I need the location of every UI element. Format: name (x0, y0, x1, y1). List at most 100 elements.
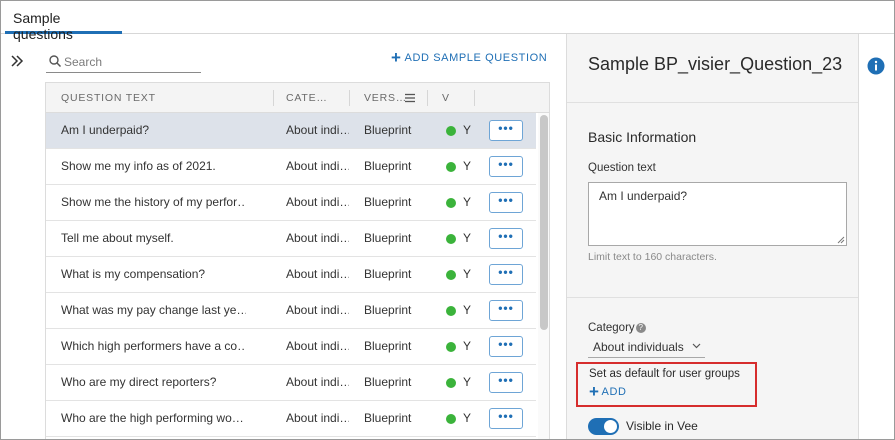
section-title: Basic Information (588, 129, 697, 145)
column-menu-icon[interactable] (404, 93, 416, 103)
add-sample-question-button[interactable]: + ADD SAMPLE QUESTION (391, 49, 547, 67)
category-select-value: About individuals (593, 340, 684, 354)
visible-cell: Y (463, 123, 472, 137)
category-select[interactable]: About individuals (588, 337, 705, 358)
scrollbar-thumb[interactable] (540, 115, 548, 330)
category-cell: About indi… (286, 123, 349, 137)
version-cell: Blueprint (364, 231, 412, 245)
table-row[interactable]: Which high performers have a co… About i… (46, 329, 536, 365)
category-cell: About indi… (286, 267, 349, 281)
visible-cell: Y (463, 195, 472, 209)
version-cell: Blueprint (364, 123, 412, 137)
category-cell: About indi… (286, 375, 349, 389)
category-cell: About indi… (286, 411, 349, 425)
row-actions-button[interactable]: ••• (489, 156, 523, 177)
category-cell: About indi… (286, 231, 349, 245)
version-cell: Blueprint (364, 375, 412, 389)
question-text-cell: Who are the high performing wo… (61, 411, 244, 425)
info-icon[interactable] (867, 57, 885, 75)
column-header-visible[interactable]: V (442, 83, 450, 113)
highlight-annotation (576, 362, 757, 407)
visible-cell: Y (463, 303, 472, 317)
question-text-value: Am I underpaid? (599, 189, 688, 203)
row-actions-button[interactable]: ••• (489, 192, 523, 213)
tab-bar: Sample questions (1, 1, 894, 42)
visible-cell: Y (463, 231, 472, 245)
category-cell: About indi… (286, 159, 349, 173)
status-dot-icon (446, 126, 456, 136)
table-row[interactable]: Who are my direct reporters? About indi…… (46, 365, 536, 401)
status-dot-icon (446, 198, 456, 208)
status-dot-icon (446, 306, 456, 316)
visible-cell: Y (463, 159, 472, 173)
status-dot-icon (446, 414, 456, 424)
table-row[interactable]: Show me my info as of 2021. About indi… … (46, 149, 536, 185)
visible-in-vee-toggle[interactable] (588, 418, 619, 435)
character-limit-hint: Limit text to 160 characters. (588, 251, 717, 263)
row-actions-button[interactable]: ••• (489, 336, 523, 357)
chevron-down-icon (692, 343, 701, 349)
column-divider[interactable] (427, 90, 428, 106)
panel-title: Sample BP_visier_Question_23 (588, 54, 843, 74)
category-label: Category? (588, 322, 646, 334)
version-cell: Blueprint (364, 339, 412, 353)
panel-divider (567, 102, 858, 103)
search-icon (49, 55, 62, 68)
questions-table: QUESTION TEXT CATE… VERS… V Am I underpa… (45, 82, 550, 439)
column-divider[interactable] (474, 90, 475, 106)
category-cell: About indi… (286, 303, 349, 317)
question-text-cell: Tell me about myself. (61, 231, 174, 245)
search-field[interactable] (46, 51, 201, 73)
add-sample-question-label: ADD SAMPLE QUESTION (404, 52, 548, 64)
version-cell: Blueprint (364, 303, 412, 317)
question-text-cell: Show me the history of my perfor… (61, 195, 246, 209)
table-row[interactable]: Show me the history of my perfor… About … (46, 185, 536, 221)
question-text-cell: Am I underpaid? (61, 123, 150, 137)
visible-cell: Y (463, 411, 472, 425)
app-window: Sample questions + ADD SAMPLE QUESTION Q… (0, 0, 895, 440)
version-cell: Blueprint (364, 411, 412, 425)
row-actions-button[interactable]: ••• (489, 228, 523, 249)
row-actions-button[interactable]: ••• (489, 264, 523, 285)
column-divider[interactable] (349, 90, 350, 106)
visible-in-vee-label: Visible in Vee (626, 419, 698, 433)
visible-cell: Y (463, 267, 472, 281)
column-header-version[interactable]: VERS… (364, 83, 407, 113)
question-text-cell: Who are my direct reporters? (61, 375, 217, 389)
visible-cell: Y (463, 375, 472, 389)
table-row[interactable]: Who are the high performing wo… About in… (46, 401, 536, 437)
expand-panel-icon[interactable] (9, 53, 25, 69)
row-actions-button[interactable]: ••• (489, 300, 523, 321)
tab-sample-questions[interactable]: Sample questions (5, 1, 122, 42)
plus-icon: + (391, 48, 402, 67)
status-dot-icon (446, 270, 456, 280)
table-row[interactable]: Am I underpaid? About indi… Blueprint Y … (46, 113, 536, 149)
row-actions-button[interactable]: ••• (489, 120, 523, 141)
question-text-cell: What is my compensation? (61, 267, 206, 281)
version-cell: Blueprint (364, 267, 412, 281)
search-input[interactable] (64, 53, 198, 71)
toggle-knob (604, 420, 617, 433)
status-dot-icon (446, 378, 456, 388)
status-dot-icon (446, 342, 456, 352)
status-dot-icon (446, 234, 456, 244)
help-icon[interactable]: ? (635, 323, 646, 333)
table-row[interactable]: What was my pay change last ye… About in… (46, 293, 536, 329)
table-header: QUESTION TEXT CATE… VERS… V (46, 83, 549, 113)
panel-divider (567, 297, 858, 298)
category-cell: About indi… (286, 195, 349, 209)
question-text-label: Question text (588, 162, 656, 174)
column-header-question-text[interactable]: QUESTION TEXT (61, 83, 156, 113)
table-row[interactable]: What is my compensation? About indi… Blu… (46, 257, 536, 293)
table-row[interactable]: Tell me about myself. About indi… Bluepr… (46, 221, 536, 257)
resize-grip-icon[interactable] (837, 236, 845, 244)
table-scrollbar[interactable] (538, 113, 549, 439)
row-actions-button[interactable]: ••• (489, 408, 523, 429)
status-dot-icon (446, 162, 456, 172)
version-cell: Blueprint (364, 195, 412, 209)
column-header-category[interactable]: CATE… (286, 83, 328, 113)
question-text-input[interactable]: Am I underpaid? (588, 182, 847, 246)
question-text-cell: What was my pay change last ye… (61, 303, 246, 317)
column-divider[interactable] (273, 90, 274, 106)
row-actions-button[interactable]: ••• (489, 372, 523, 393)
